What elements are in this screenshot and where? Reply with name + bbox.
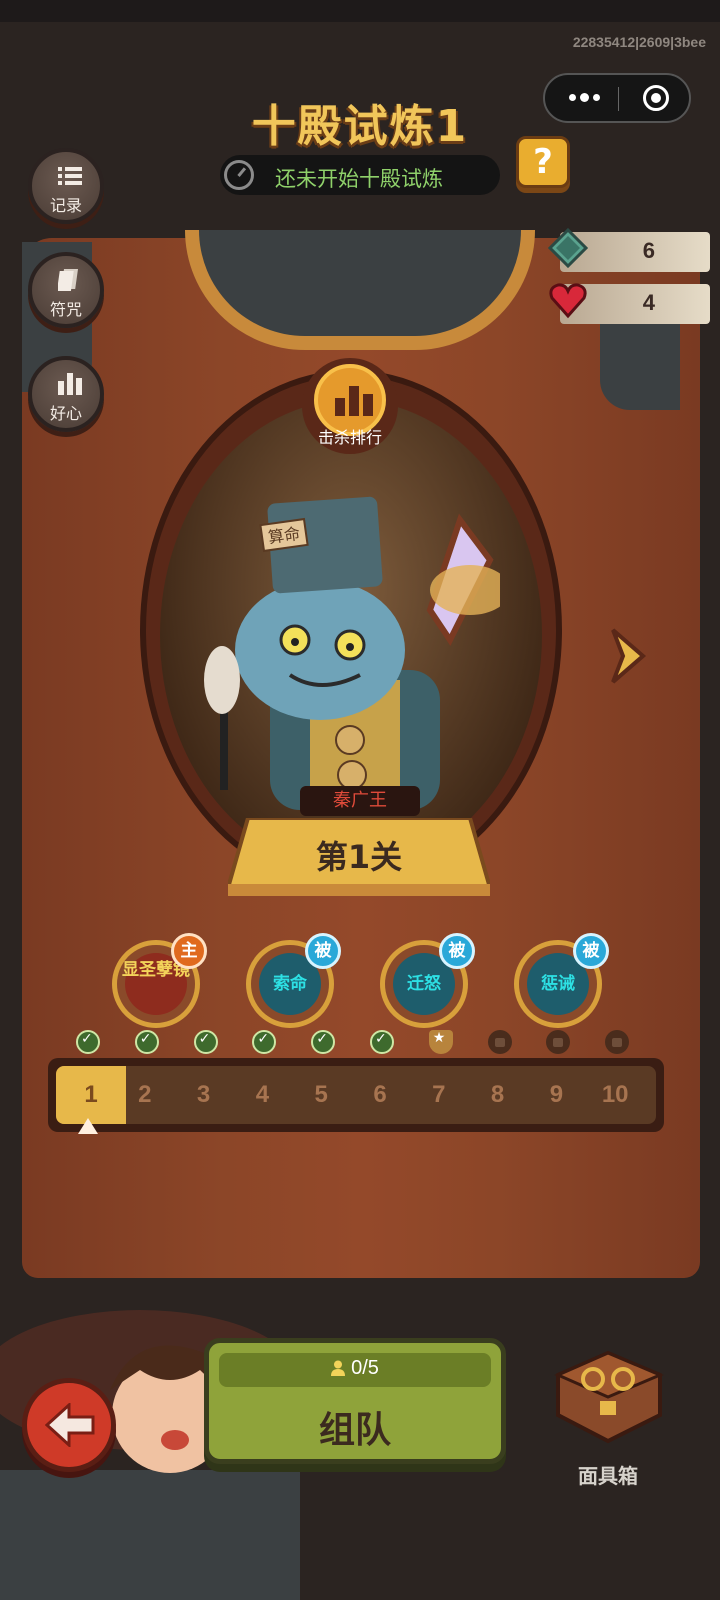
cleared-check-icon xyxy=(311,1030,336,1054)
heart-value: 4 xyxy=(642,290,655,315)
talisman-button[interactable]: 符咒 xyxy=(28,252,104,328)
kindness-label: 好心 xyxy=(49,404,82,423)
skill-soul-taker-label: 索命 xyxy=(273,974,307,994)
reward-star-icon xyxy=(428,1030,453,1054)
kill-ranking-button[interactable]: 击杀排行 xyxy=(302,358,398,454)
stage-node-10[interactable]: 10 xyxy=(585,1066,645,1124)
next-arrow-icon[interactable] xyxy=(607,628,647,684)
skill-main-badge: 主 xyxy=(171,933,207,969)
boss-name: 秦广王 xyxy=(300,786,420,816)
team-up-button[interactable]: 0/5 组队 xyxy=(204,1338,506,1464)
stage-node-7[interactable]: 7 xyxy=(409,1066,469,1124)
debug-id-text: 22835412|2609|3bee xyxy=(572,34,706,50)
skill-passive-badge: 被 xyxy=(439,933,475,969)
cleared-check-icon xyxy=(76,1030,100,1054)
skill-passive-badge: 被 xyxy=(573,933,609,969)
heart-icon xyxy=(549,283,587,319)
stage-node-9[interactable]: 9 xyxy=(526,1066,586,1124)
help-button[interactable]: ? xyxy=(516,136,570,188)
kindness-button[interactable]: 好心 xyxy=(28,356,104,432)
stage-track: 1 2 3 4 5 6 7 8 9 10 xyxy=(56,1066,656,1124)
stage-node-3[interactable]: 3 xyxy=(174,1066,234,1124)
stage-node-2[interactable]: 2 xyxy=(115,1066,175,1124)
stage-node-6[interactable]: 6 xyxy=(350,1066,410,1124)
mask-chest-label: 面具箱 xyxy=(578,1464,638,1488)
podium-icon xyxy=(335,386,373,416)
jade-gem-icon xyxy=(548,228,588,268)
mask-chest-icon[interactable] xyxy=(548,1345,668,1445)
talisman-icon xyxy=(58,269,78,291)
status-text: 还未开始十殿试炼 xyxy=(275,167,443,191)
stage-node-5[interactable]: 5 xyxy=(291,1066,351,1124)
team-count: 0/5 xyxy=(209,1357,501,1380)
lock-icon xyxy=(605,1030,630,1054)
lock-icon xyxy=(487,1030,512,1054)
stage-label: 第1关 xyxy=(315,838,403,876)
skill-passive-badge: 被 xyxy=(305,933,341,969)
page-title: 十殿试炼1 xyxy=(251,101,469,152)
skill-soul-taker[interactable]: 索命 被 xyxy=(246,933,341,1028)
boss-portrait[interactable]: 算命 xyxy=(200,490,500,820)
cleared-check-icon xyxy=(134,1030,159,1054)
back-arrow-icon xyxy=(45,1403,95,1447)
skill-punish-label: 惩诫 xyxy=(541,974,575,994)
status-strip xyxy=(0,0,720,22)
record-label: 记录 xyxy=(49,196,82,215)
stage-node-8[interactable]: 8 xyxy=(468,1066,528,1124)
kill-ranking-label: 击杀排行 xyxy=(317,428,382,447)
cleared-check-icon xyxy=(370,1030,394,1054)
current-stage-pointer xyxy=(78,1118,98,1134)
record-button[interactable]: 记录 xyxy=(28,148,104,224)
skill-wrath-label: 迁怒 xyxy=(407,974,441,994)
clock-icon xyxy=(224,160,254,190)
curtain-right xyxy=(600,310,680,410)
team-count-text: 0/5 xyxy=(351,1357,379,1379)
bar-chart-icon xyxy=(58,373,82,395)
stage-node-4[interactable]: 4 xyxy=(232,1066,292,1124)
team-up-label: 组队 xyxy=(318,1410,391,1451)
jade-value: 6 xyxy=(642,238,655,263)
skill-wrath[interactable]: 迁怒 被 xyxy=(380,933,475,1028)
back-button[interactable] xyxy=(22,1378,116,1472)
stage-progress-bar: 1 2 3 4 5 6 7 8 9 10 xyxy=(48,1058,664,1132)
person-icon xyxy=(331,1360,346,1376)
status-pill: 还未开始十殿试炼 xyxy=(220,155,500,195)
skill-punish[interactable]: 惩诫 被 xyxy=(514,933,609,1028)
jade-counter: 6 xyxy=(548,228,710,272)
cleared-check-icon xyxy=(193,1030,218,1054)
skill-mirror[interactable]: 显圣孽镜 主 xyxy=(112,933,207,1028)
list-icon xyxy=(58,167,82,185)
heart-counter: 4 xyxy=(549,283,710,324)
talisman-label: 符咒 xyxy=(49,300,82,319)
